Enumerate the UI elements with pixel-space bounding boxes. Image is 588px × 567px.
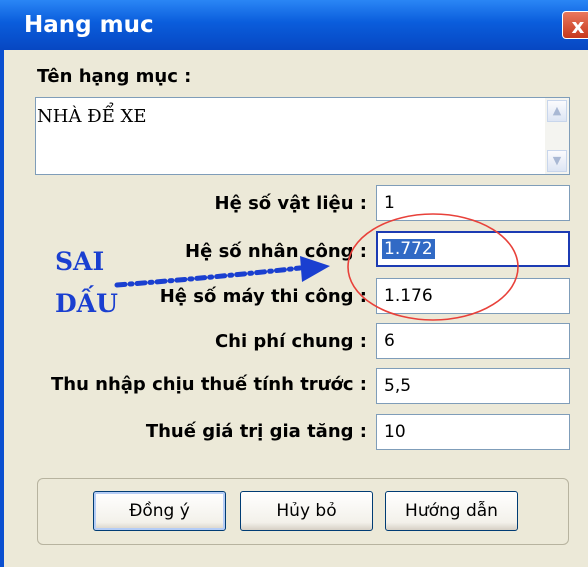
dialog-window: Hang muc x Tên hạng mục : NHÀ ĐỂ XE ▲ ▼ … — [0, 0, 588, 567]
highlight-circle — [347, 213, 519, 321]
arrow-line — [114, 265, 303, 288]
arrow-head — [300, 256, 330, 282]
annotation-text-line1: SAI — [55, 247, 105, 276]
annotation-text-line2: DẤU — [55, 289, 118, 318]
annotation-overlay — [114, 213, 519, 321]
